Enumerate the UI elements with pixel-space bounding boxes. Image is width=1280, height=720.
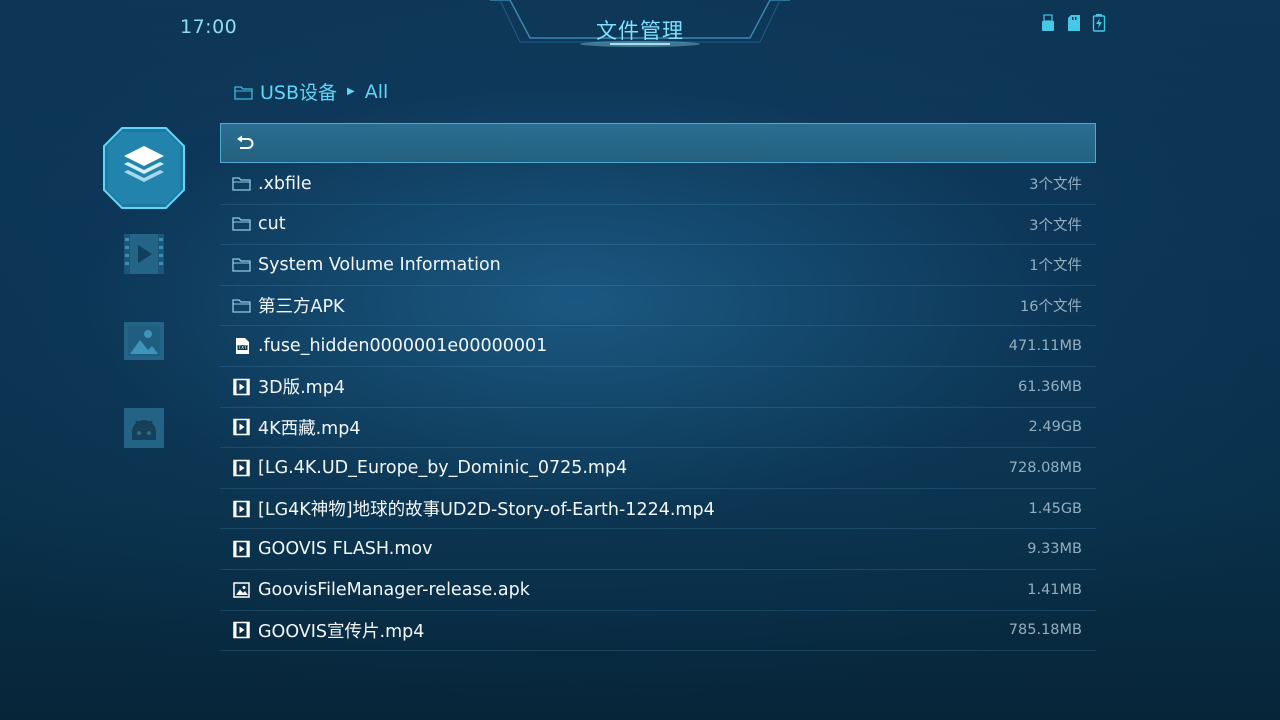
image-file-icon <box>232 581 252 599</box>
back-row[interactable] <box>220 123 1096 163</box>
file-meta: 9.33MB <box>1027 541 1082 558</box>
file-meta: 1.45GB <box>1028 500 1082 517</box>
breadcrumb: USB设备 ▶ All <box>234 78 388 105</box>
breadcrumb-root[interactable]: USB设备 <box>260 78 337 105</box>
video-file-icon <box>232 540 252 558</box>
usb-drive-icon <box>1040 14 1056 32</box>
list-item[interactable]: GoovisFileManager-release.apk 1.41MB <box>220 570 1096 611</box>
video-file-icon <box>232 621 252 639</box>
list-item[interactable]: 4K西藏.mp4 2.49GB <box>220 408 1096 449</box>
list-item[interactable]: [LG4K神物]地球的故事UD2D-Story-of-Earth-1224.mp… <box>220 489 1096 530</box>
video-file-icon <box>232 459 252 477</box>
page-title: 文件管理 <box>596 19 684 43</box>
list-item[interactable]: TXT .fuse_hidden0000001e00000001 471.11M… <box>220 326 1096 367</box>
top-bar: 17:00 文件管理 <box>0 0 1280 56</box>
list-item[interactable]: System Volume Information 1个文件 <box>220 245 1096 286</box>
folder-icon <box>232 175 252 193</box>
list-item[interactable]: .xbfile 3个文件 <box>220 164 1096 205</box>
file-name: GOOVIS宣传片.mp4 <box>258 621 425 642</box>
file-meta: 471.11MB <box>1008 338 1082 355</box>
file-name: GOOVIS FLASH.mov <box>258 539 433 560</box>
video-file-icon <box>232 418 252 436</box>
layers-icon <box>103 127 185 209</box>
sidebar-item-apps[interactable] <box>122 406 166 450</box>
file-meta: 16个文件 <box>1020 299 1082 316</box>
list-item[interactable]: [LG.4K.UD_Europe_by_Dominic_0725.mp4 728… <box>220 448 1096 489</box>
list-item[interactable]: GOOVIS FLASH.mov 9.33MB <box>220 529 1096 570</box>
file-name: [LG.4K.UD_Europe_by_Dominic_0725.mp4 <box>258 457 628 478</box>
file-meta: 785.18MB <box>1008 622 1082 639</box>
file-meta: 3个文件 <box>1029 177 1082 194</box>
video-file-icon <box>232 500 252 518</box>
video-file-icon <box>232 378 252 396</box>
file-name: .fuse_hidden0000001e00000001 <box>258 336 548 357</box>
title-plate: 文件管理 <box>490 0 790 50</box>
file-meta: 61.36MB <box>1018 378 1082 395</box>
status-icons <box>1040 14 1108 32</box>
file-name: [LG4K神物]地球的故事UD2D-Story-of-Earth-1224.mp… <box>258 500 715 521</box>
file-meta: 3个文件 <box>1029 217 1082 234</box>
folder-icon <box>234 84 254 100</box>
folder-icon <box>232 297 252 315</box>
file-name: cut <box>258 214 286 235</box>
sidebar-item-images[interactable] <box>122 320 166 364</box>
breadcrumb-separator-icon: ▶ <box>347 86 355 97</box>
file-name: 4K西藏.mp4 <box>258 418 361 439</box>
file-meta: 1.41MB <box>1027 581 1082 598</box>
android-icon <box>124 408 164 448</box>
file-meta: 1个文件 <box>1029 258 1082 275</box>
file-name: 3D版.mp4 <box>258 378 345 399</box>
list-item[interactable]: 第三方APK 16个文件 <box>220 286 1096 327</box>
battery-charging-icon <box>1092 14 1108 32</box>
file-name: .xbfile <box>258 173 312 194</box>
file-name: GoovisFileManager-release.apk <box>258 579 530 600</box>
clock: 17:00 <box>180 16 238 38</box>
folder-icon <box>232 256 252 274</box>
svg-text:TXT: TXT <box>237 345 247 351</box>
file-name: 第三方APK <box>258 297 345 318</box>
txt-file-icon: TXT <box>232 337 252 355</box>
picture-icon <box>124 322 164 360</box>
file-meta: 728.08MB <box>1008 459 1082 476</box>
file-list: .xbfile 3个文件 cut 3个文件 System Volume Info… <box>220 123 1096 652</box>
folder-icon <box>232 215 252 233</box>
film-play-icon <box>124 234 164 274</box>
list-item[interactable]: GOOVIS宣传片.mp4 785.18MB <box>220 611 1096 652</box>
breadcrumb-current: All <box>364 80 389 103</box>
list-item[interactable]: 3D版.mp4 61.36MB <box>220 367 1096 408</box>
sidebar-item-videos[interactable] <box>122 232 166 276</box>
sidebar-item-all-files[interactable] <box>100 124 188 212</box>
file-meta: 2.49GB <box>1028 419 1082 436</box>
return-arrow-icon <box>235 134 255 152</box>
file-name: System Volume Information <box>258 254 501 275</box>
sd-card-icon <box>1066 14 1082 32</box>
list-item[interactable]: cut 3个文件 <box>220 205 1096 246</box>
